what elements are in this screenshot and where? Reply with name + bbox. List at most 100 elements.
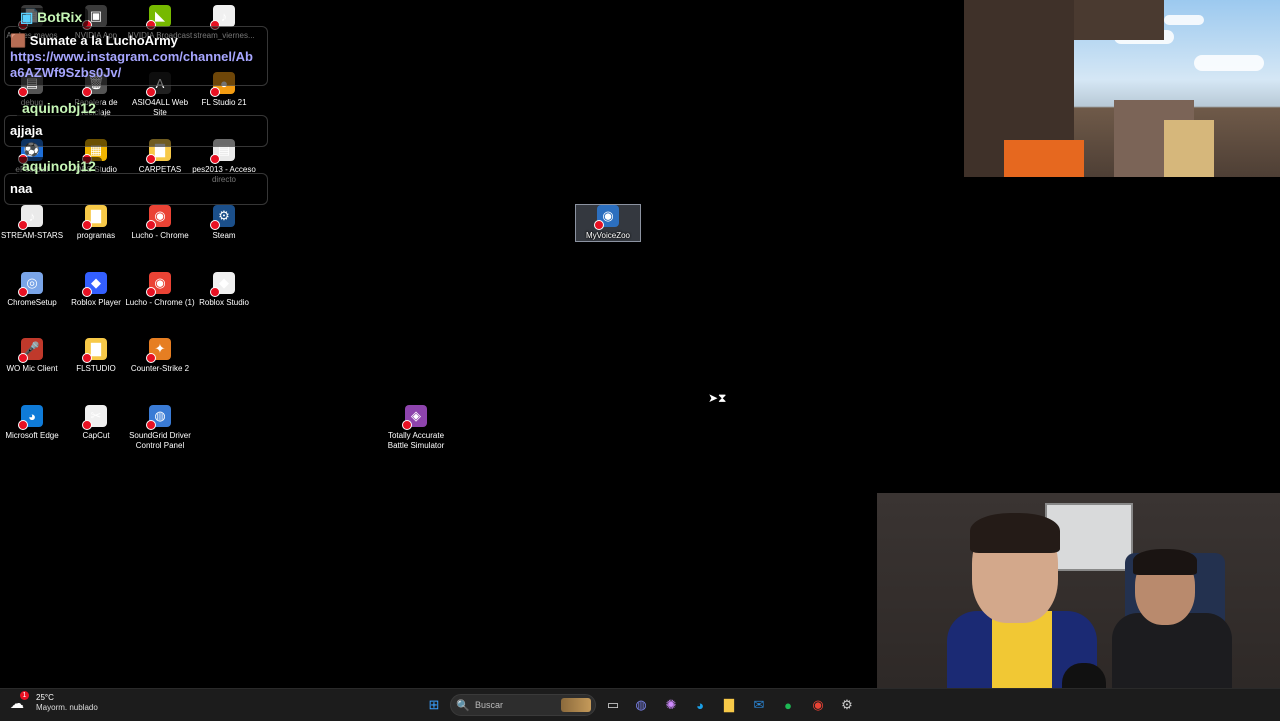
shortcut-error-icon [146, 87, 156, 97]
mouse-cursor-icon: ➤⧗ [708, 391, 727, 405]
desktop-icon[interactable]: 🎤 WO Mic Client [0, 338, 64, 374]
copilot-button[interactable]: ✺ [660, 694, 682, 716]
shortcut-error-icon [146, 420, 156, 430]
desktop-icon-label: STREAM-STARS [0, 231, 64, 240]
shortcut-error-icon [210, 154, 220, 164]
app-icon: ◕ [18, 405, 43, 430]
shortcut-error-icon [146, 287, 156, 297]
app-icon: ♪ [210, 5, 235, 30]
app-icon: ▇ [82, 338, 107, 363]
chat-username: aquinobj12 [16, 99, 102, 117]
app-icon: ◣ [146, 5, 171, 30]
app-icon: ✂ [82, 405, 107, 430]
shortcut-error-icon [18, 420, 28, 430]
shortcut-error-icon [210, 287, 220, 297]
desktop-icon[interactable]: ✂ CapCut [64, 405, 128, 441]
desktop-icon-label: MyVoiceZoo [585, 231, 631, 240]
shortcut-error-icon [210, 220, 220, 230]
shortcut-error-icon [18, 220, 28, 230]
task-view-button[interactable]: ▭ [602, 694, 624, 716]
shortcut-error-icon [18, 287, 28, 297]
shortcut-error-icon [594, 220, 604, 230]
desktop-icon[interactable]: ▇ FLSTUDIO [64, 338, 128, 374]
search-box[interactable]: 🔍 Buscar [450, 694, 596, 716]
shortcut-error-icon [146, 220, 156, 230]
weather-desc: Mayorm. nublado [36, 703, 98, 712]
spotify-button[interactable]: ● [777, 694, 799, 716]
chat-link[interactable]: https://www.instagram.com/channel/Aba6AZ… [10, 49, 254, 81]
chrome-button[interactable]: ◉ [807, 694, 829, 716]
shortcut-error-icon [82, 220, 92, 230]
file-explorer-button[interactable]: ▇ [718, 694, 740, 716]
app-icon: ◍ [146, 405, 171, 430]
app-icon: ⚙ [210, 205, 235, 230]
game-capture [964, 0, 1280, 177]
desktop-icon[interactable]: ▇ programas [64, 205, 128, 241]
desktop-icon-label: Totally Accurate Battle Simulator [387, 431, 445, 450]
chat-message-text: naa [10, 181, 33, 196]
app-icon: ◈ [402, 405, 427, 430]
chat-username: aquinobj12 [16, 157, 102, 175]
shortcut-error-icon [146, 154, 156, 164]
shortcut-error-icon [402, 420, 412, 430]
outlook-button[interactable]: ✉ [748, 694, 770, 716]
chat-message [4, 173, 268, 205]
desktop-icon-label: WO Mic Client [6, 364, 58, 373]
shortcut-error-icon [82, 353, 92, 363]
weather-temp: 25°C [36, 693, 54, 702]
desktop-icon[interactable]: ◎ ChromeSetup [0, 272, 64, 308]
app-icon: ◆ [82, 272, 107, 297]
weather-widget[interactable]: ☁ 1 25°C Mayorm. nublado [10, 691, 98, 713]
desktop-icon-label: SoundGrid Driver Control Panel [129, 431, 191, 450]
webcam-feed [877, 493, 1280, 720]
desktop-icon[interactable]: ◉ Lucho - Chrome [128, 205, 192, 241]
teams-button[interactable]: ◍ [630, 694, 652, 716]
desktop-icon[interactable]: ◉ MyVoiceZoo [575, 204, 641, 242]
desktop-icon-label: Roblox Player [71, 298, 121, 307]
start-button[interactable]: ⊞ [423, 694, 445, 716]
search-placeholder: Buscar [475, 700, 504, 710]
desktop-icon-label: Lucho - Chrome (1) [125, 298, 195, 307]
desktop-icon-label: ChromeSetup [7, 298, 57, 307]
desktop-icon[interactable]: ◆ Roblox Player [64, 272, 128, 308]
bot-icon: ▣ [20, 9, 34, 25]
app-icon: ◉ [146, 272, 171, 297]
app-icon: ✦ [146, 338, 171, 363]
desktop-icon[interactable]: ⚙ Steam [192, 205, 256, 241]
shortcut-error-icon [82, 287, 92, 297]
settings-button[interactable]: ⚙ [836, 694, 858, 716]
desktop-icon[interactable]: ◈ Totally Accurate Battle Simulator [384, 405, 448, 451]
shortcut-error-icon [18, 353, 28, 363]
desktop-icon[interactable]: ◍ SoundGrid Driver Control Panel [128, 405, 192, 451]
app-icon: ♪ [18, 205, 43, 230]
desktop-icon[interactable]: ◉ Lucho - Chrome (1) [125, 272, 195, 308]
desktop-icon[interactable]: ✦ Counter-Strike 2 [128, 338, 192, 374]
chat-username: ▣ BotRix [14, 8, 89, 27]
shortcut-error-icon [146, 353, 156, 363]
desktop-icon[interactable]: ◆ Roblox Studio [192, 272, 256, 308]
app-icon: ▣ [82, 5, 107, 30]
desktop-icon-label: Steam [212, 231, 236, 240]
app-icon: ◆ [210, 272, 235, 297]
app-icon: ◉ [146, 205, 171, 230]
chat-message-text: ajjaja [10, 123, 43, 138]
app-icon: ◎ [18, 272, 43, 297]
desktop-icon-label: FLSTUDIO [76, 364, 116, 373]
search-icon: 🔍 [456, 699, 470, 712]
desktop-icon-label: Lucho - Chrome [131, 231, 189, 240]
app-icon: ▇ [82, 205, 107, 230]
desktop-icon-label: CapCut [82, 431, 110, 440]
taskbar: ☁ 1 25°C Mayorm. nublado ⊞ 🔍 Buscar ▭ ◍ ✺ ◕ ▇… [0, 688, 1280, 721]
desktop-icon-label: FL Studio 21 [201, 98, 247, 107]
shortcut-error-icon [82, 420, 92, 430]
shortcut-error-icon [18, 87, 28, 97]
desktop-icon-label: Roblox Studio [199, 298, 249, 307]
edge-button[interactable]: ◕ [689, 694, 711, 716]
app-icon: ◉ [594, 205, 619, 230]
shortcut-error-icon [210, 87, 220, 97]
chat-message-text: 🟫 Sumate a la LuchoArmy [10, 33, 178, 48]
desktop-icon[interactable]: ♪ STREAM-STARS [0, 205, 64, 241]
desktop-icon[interactable]: ◕ Microsoft Edge [0, 405, 64, 441]
chat-message [4, 115, 268, 147]
search-highlight-image [561, 698, 591, 712]
